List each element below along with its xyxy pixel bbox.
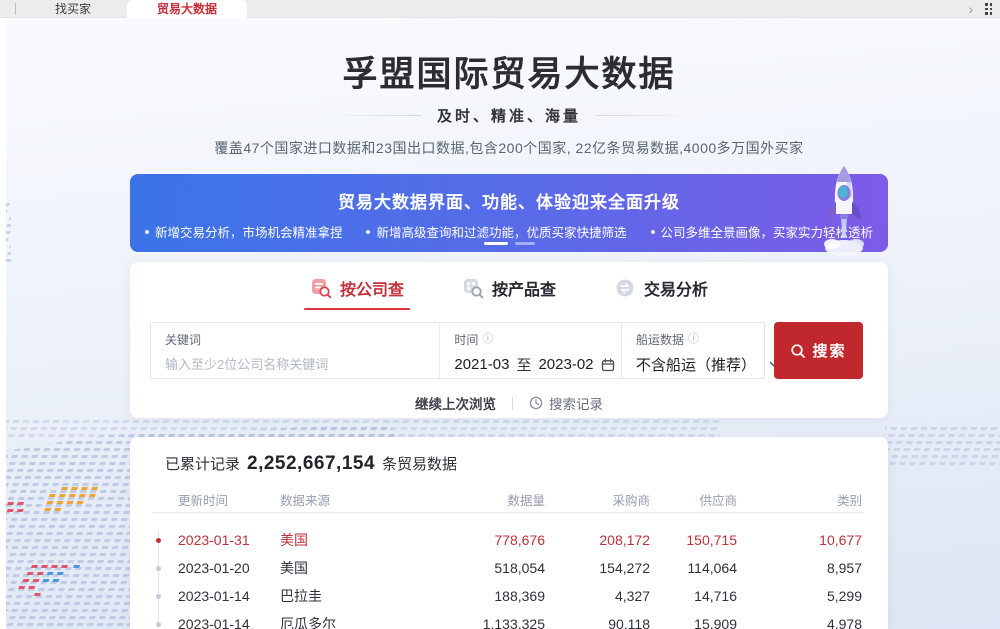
table-header-row: 更新时间 数据来源 数据量 采购商 供应商 类别 <box>152 487 864 513</box>
hero-description: 覆盖47个国家进口数据和23国出口数据,包含200个国家, 22亿条贸易数据,4… <box>130 138 888 158</box>
trade-analysis-icon <box>614 277 636 299</box>
clock-icon <box>529 396 543 410</box>
continue-browsing-link[interactable]: 继续上次浏览 <box>415 393 496 413</box>
page-subtitle: 及时、精准、海量 <box>437 105 581 126</box>
info-icon[interactable]: ⓘ <box>688 334 699 345</box>
timeline-dot <box>156 594 161 599</box>
search-history-link[interactable]: 搜索记录 <box>529 393 603 413</box>
upgrade-banner[interactable]: 贸易大数据界面、功能、体验迎来全面升级 新增交易分析，市场机会精准拿捏 新增高级… <box>130 174 888 252</box>
col-buyers: 采购商 <box>545 490 650 509</box>
col-data-source: 数据来源 <box>268 490 380 509</box>
shipping-selected-value: 不含船运（推荐） <box>636 354 756 375</box>
table-row[interactable]: 2023-01-14 巴拉圭 188,369 4,327 14,716 5,29… <box>152 582 864 610</box>
trade-data-table: 更新时间 数据来源 数据量 采购商 供应商 类别 2023-01-31 美国 7… <box>152 487 864 629</box>
page-title: 孚盟国际贸易大数据 <box>130 52 888 98</box>
col-category: 类别 <box>737 490 862 509</box>
timeline-dot <box>156 538 161 543</box>
carousel-indicators[interactable] <box>130 242 888 246</box>
subtitle-line-right <box>597 115 692 116</box>
total-records-count: 2,252,667,154 <box>247 453 375 475</box>
banner-bullet: 新增交易分析，市场机会精准拿捏 <box>145 222 343 241</box>
page: 找买家 贸易大数据 › 孚盟国际贸易大数据 及时、精准、海量 覆盖47个国家进口… <box>0 0 1000 629</box>
hero-section: 孚盟国际贸易大数据 及时、精准、海量 覆盖47个国家进口数据和23国出口数据,包… <box>130 52 888 158</box>
search-button[interactable]: 搜索 <box>774 322 863 379</box>
tab-search-by-product[interactable]: 按产品查 <box>462 276 556 310</box>
total-records-stat: 已累计记录 2,252,667,154 条贸易数据 <box>165 453 457 475</box>
table-row[interactable]: 2023-01-14 厄瓜多尔 1,133,325 90,118 15,909 … <box>152 610 864 629</box>
timeline-dot <box>156 622 161 627</box>
calendar-icon[interactable] <box>601 358 615 372</box>
table-row[interactable]: 2023-01-20 美国 518,054 154,272 114,064 8,… <box>152 554 864 582</box>
keyword-placeholder: 输入至少2位公司名称关键词 <box>165 354 439 373</box>
table-row[interactable]: 2023-01-31 美国 778,676 208,172 150,715 10… <box>152 526 864 554</box>
keyword-field[interactable]: 关键词 输入至少2位公司名称关键词 <box>151 323 439 378</box>
more-menu-icon[interactable] <box>985 3 992 14</box>
col-update-time: 更新时间 <box>166 490 268 509</box>
rocket-illustration <box>818 160 872 260</box>
time-range-field[interactable]: 时间ⓘ 2021-03 至 2023-02 <box>440 323 621 378</box>
search-form: 关键词 输入至少2位公司名称关键词 时间ⓘ 2021-03 至 2023-02 <box>150 322 765 379</box>
banner-title: 贸易大数据界面、功能、体验迎来全面升级 <box>130 188 888 213</box>
top-tab-bar: 找买家 贸易大数据 › <box>0 0 1000 18</box>
time-end-value: 2023-02 <box>538 356 593 373</box>
col-data-volume: 数据量 <box>380 490 545 509</box>
tab-search-by-company[interactable]: 按公司查 <box>310 276 404 310</box>
search-icon <box>790 343 806 359</box>
col-suppliers: 供应商 <box>650 490 737 509</box>
info-icon[interactable]: ⓘ <box>482 334 493 345</box>
banner-bullet: 新增高级查询和过滤功能，优质买家快捷筛选 <box>366 222 626 241</box>
product-search-icon <box>462 277 484 299</box>
shipping-data-select[interactable]: 船运数据ⓘ 不含船运（推荐） <box>622 323 764 378</box>
links-divider <box>512 397 513 410</box>
tab-find-buyers[interactable]: 找买家 <box>28 0 118 18</box>
trade-data-card: 已累计记录 2,252,667,154 条贸易数据 更新时间 数据来源 数据量 … <box>130 437 888 629</box>
tab-trade-big-data[interactable]: 贸易大数据 <box>127 0 247 18</box>
chevron-right-icon[interactable]: › <box>969 2 974 16</box>
tab-bar-divider <box>15 3 16 15</box>
tab-trade-analysis[interactable]: 交易分析 <box>614 276 708 310</box>
timeline-dot <box>156 566 161 571</box>
search-card: 按公司查 按产品查 交易分析 <box>130 262 888 418</box>
left-edge-strip <box>0 0 6 629</box>
time-start-value: 2021-03 <box>454 356 509 373</box>
subtitle-line-left <box>326 115 421 116</box>
company-search-icon <box>310 277 332 299</box>
